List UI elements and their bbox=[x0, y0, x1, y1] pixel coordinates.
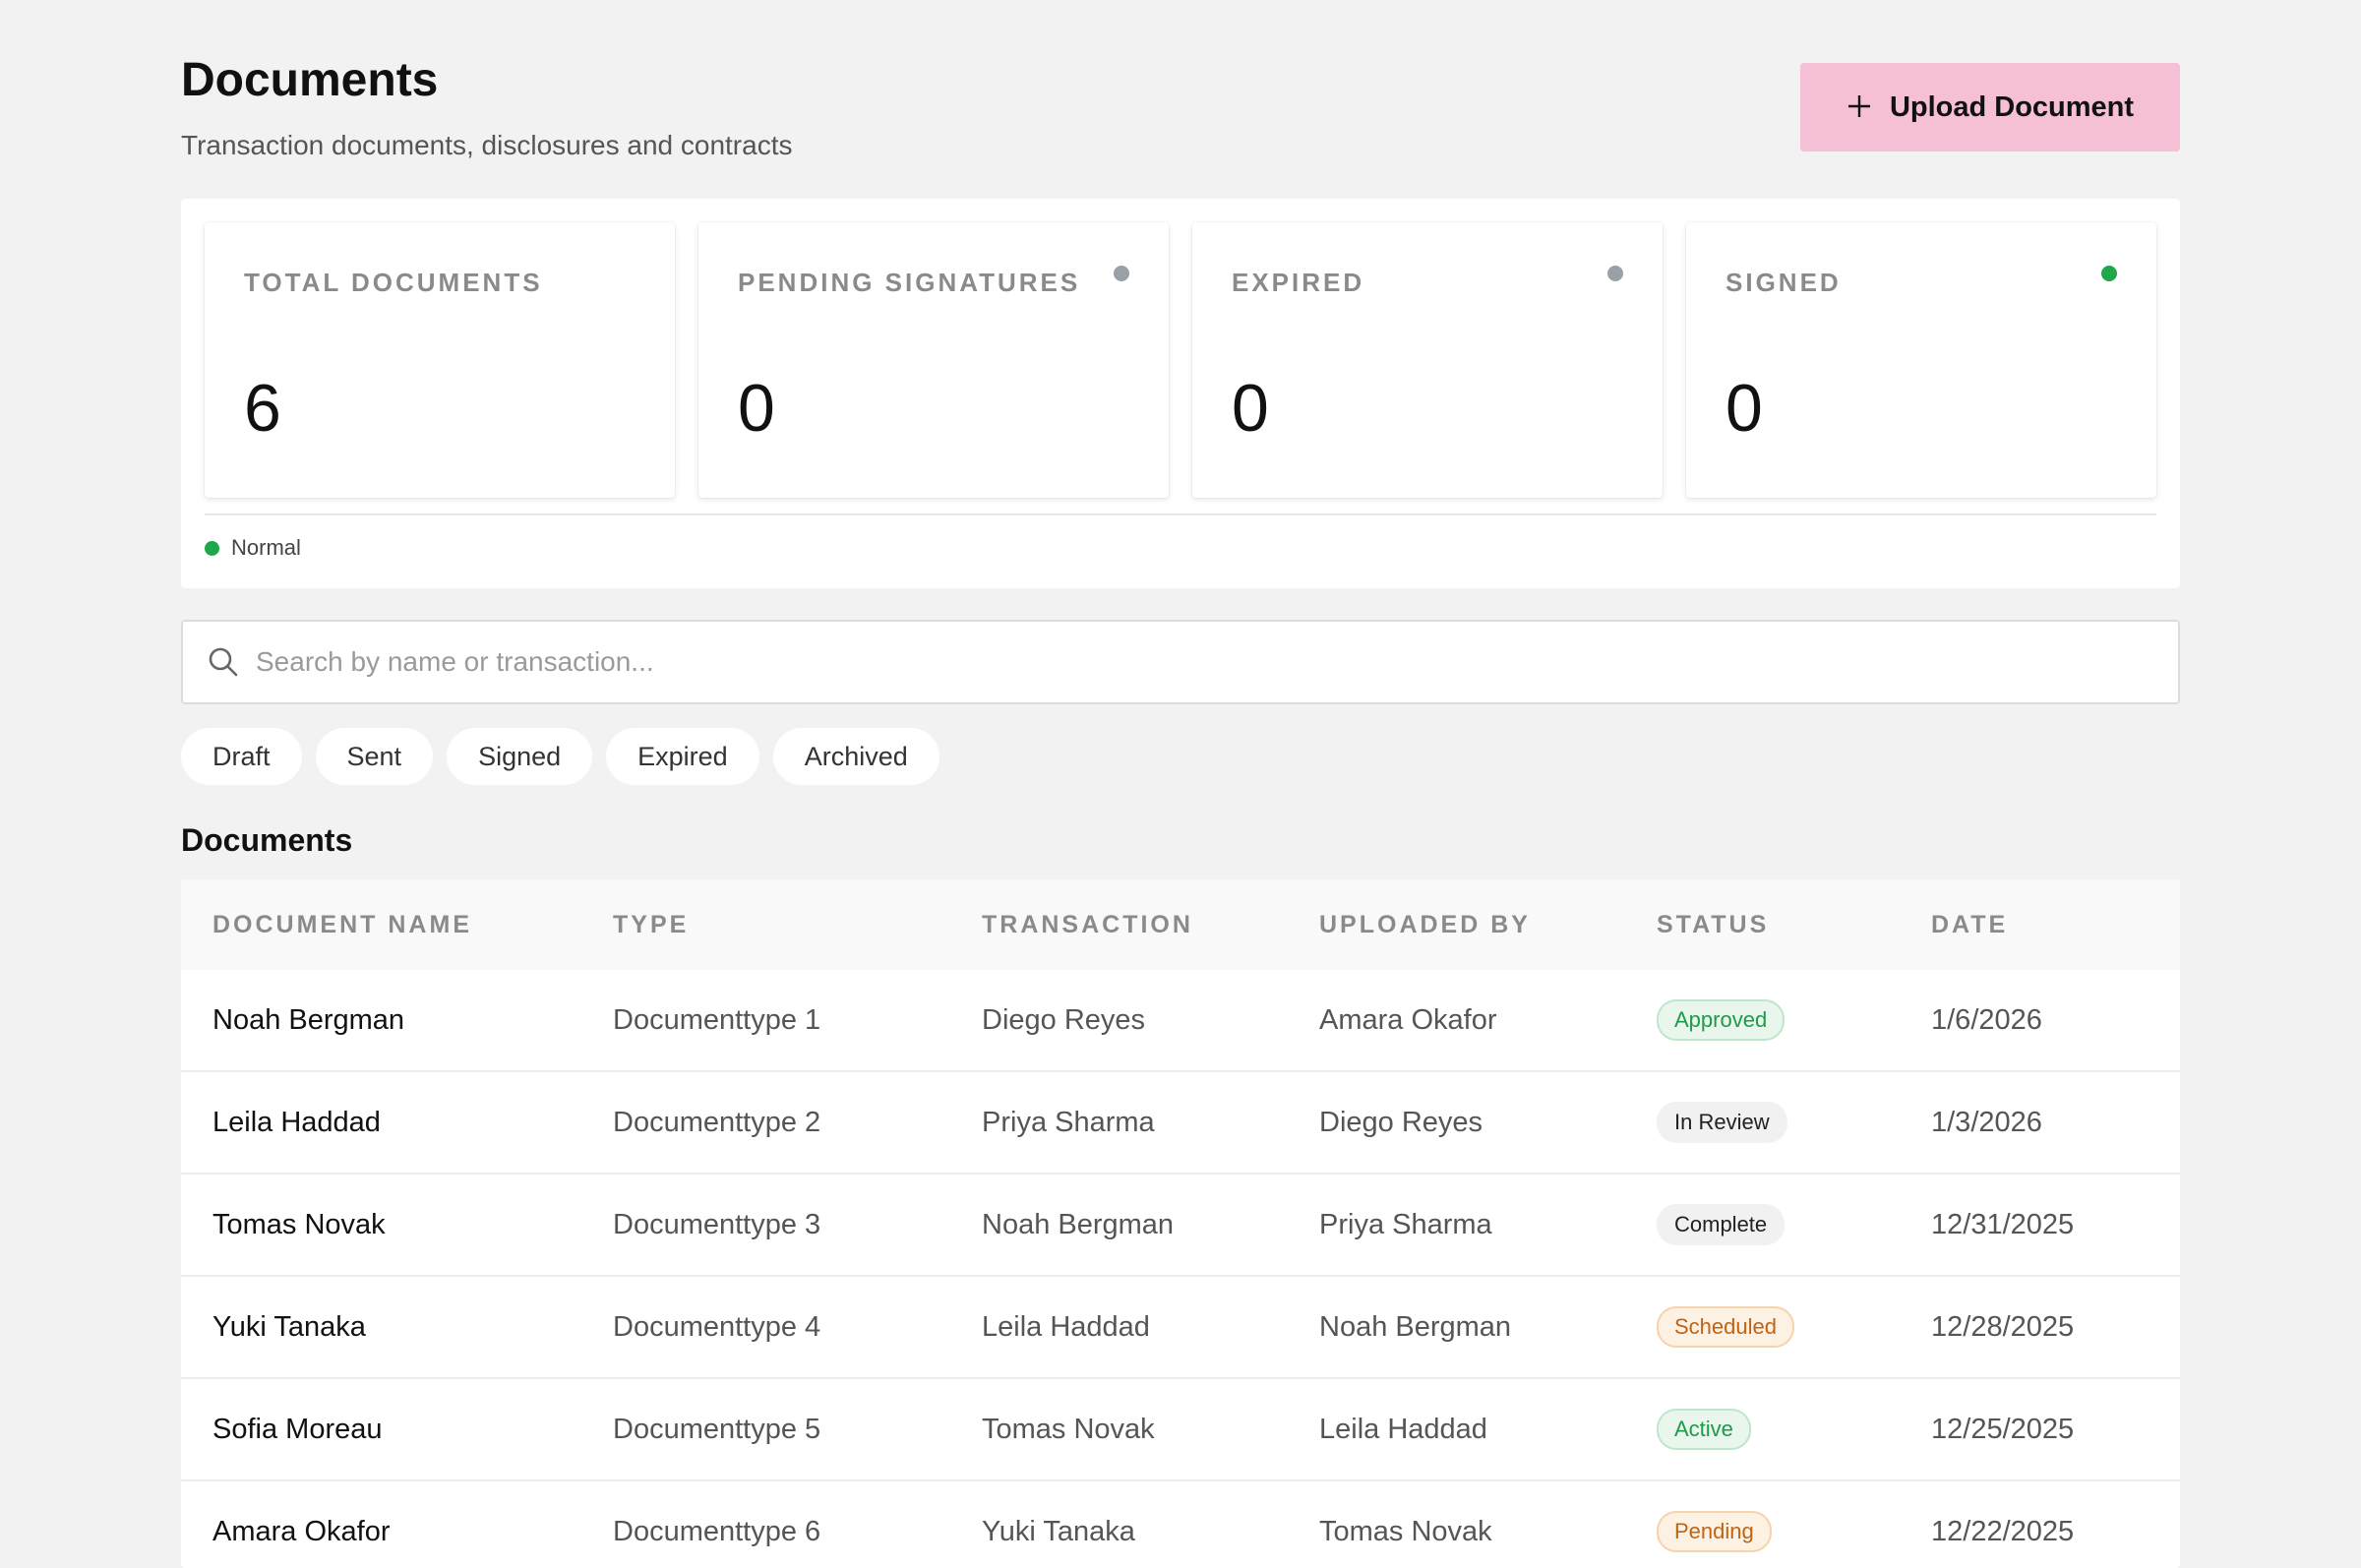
table-header: DOCUMENT NAME TYPE TRANSACTION UPLOADED … bbox=[181, 879, 2180, 970]
stat-label: EXPIRED bbox=[1232, 268, 1365, 297]
uploaded-by-cell: Tomas Novak bbox=[1319, 1515, 1492, 1547]
stat-card-expired: EXPIRED 0 bbox=[1192, 222, 1663, 498]
uploaded-by-cell: Priya Sharma bbox=[1319, 1208, 1492, 1240]
upload-document-button[interactable]: Upload Document bbox=[1800, 63, 2180, 151]
table-row[interactable]: Tomas Novak Documenttype 3 Noah Bergman Pri… bbox=[181, 1175, 2180, 1277]
stat-value: 0 bbox=[1232, 371, 1269, 446]
stat-card-signed: SIGNED 0 bbox=[1686, 222, 2156, 498]
documents-table: DOCUMENT NAME TYPE TRANSACTION UPLOADED … bbox=[181, 879, 2180, 1568]
type-cell: Documenttype 1 bbox=[613, 1003, 821, 1036]
search-icon bbox=[207, 645, 240, 679]
stat-label: SIGNED bbox=[1725, 268, 1842, 297]
transaction-cell: Priya Sharma bbox=[982, 1106, 1155, 1138]
document-name-cell: Yuki Tanaka bbox=[212, 1310, 366, 1343]
search-input[interactable] bbox=[256, 622, 2125, 702]
status-badge: Complete bbox=[1657, 1204, 1786, 1245]
transaction-cell: Leila Haddad bbox=[982, 1310, 1150, 1343]
uploaded-by-cell: Amara Okafor bbox=[1319, 1003, 1497, 1036]
filter-chip-sent[interactable]: Sent bbox=[315, 728, 434, 785]
stat-label: PENDING SIGNATURES bbox=[738, 268, 1081, 297]
page-subtitle: Transaction documents, disclosures and c… bbox=[181, 130, 793, 160]
table-row[interactable]: Sofia Moreau Documenttype 5 Tomas Novak Lei… bbox=[181, 1379, 2180, 1481]
column-header[interactable]: STATUS bbox=[1657, 911, 1931, 939]
document-name-cell: Leila Haddad bbox=[212, 1106, 381, 1138]
stat-value: 0 bbox=[738, 371, 775, 446]
uploaded-by-cell: Diego Reyes bbox=[1319, 1106, 1483, 1138]
document-name-cell: Amara Okafor bbox=[212, 1515, 391, 1547]
document-name-cell: Tomas Novak bbox=[212, 1208, 386, 1240]
column-header[interactable]: DOCUMENT NAME bbox=[212, 911, 613, 939]
type-cell: Documenttype 4 bbox=[613, 1310, 821, 1343]
legend-dot-icon bbox=[205, 540, 219, 556]
stat-card-pending-signatures: PENDING SIGNATURES 0 bbox=[698, 222, 1169, 498]
transaction-cell: Diego Reyes bbox=[982, 1003, 1146, 1036]
table-row[interactable]: Yuki Tanaka Documenttype 4 Leila Haddad Noa… bbox=[181, 1277, 2180, 1379]
stat-label: TOTAL DOCUMENTS bbox=[244, 268, 543, 297]
stat-value: 6 bbox=[244, 371, 281, 446]
filter-chip-expired[interactable]: Expired bbox=[606, 728, 759, 785]
section-title: Documents bbox=[181, 822, 353, 858]
page-title: Documents bbox=[181, 54, 439, 106]
column-header[interactable]: TRANSACTION bbox=[982, 911, 1319, 939]
date-cell: 1/3/2026 bbox=[1931, 1106, 2042, 1138]
document-name-cell: Sofia Moreau bbox=[212, 1413, 383, 1445]
date-cell: 12/25/2025 bbox=[1931, 1413, 2075, 1445]
status-badge: Scheduled bbox=[1657, 1306, 1794, 1348]
uploaded-by-cell: Noah Bergman bbox=[1319, 1310, 1512, 1343]
document-name-cell: Noah Bergman bbox=[212, 1003, 405, 1036]
filter-chip-archived[interactable]: Archived bbox=[772, 728, 939, 785]
plus-icon bbox=[1846, 89, 1872, 126]
table-row[interactable]: Noah Bergman Documenttype 1 Diego Reyes Ama… bbox=[181, 970, 2180, 1072]
status-cell: Pending bbox=[1657, 1511, 1931, 1552]
table-body: Noah Bergman Documenttype 1 Diego Reyes Ama… bbox=[181, 970, 2180, 1568]
status-badge: Pending bbox=[1657, 1511, 1772, 1552]
transaction-cell: Noah Bergman bbox=[982, 1208, 1175, 1240]
type-cell: Documenttype 5 bbox=[613, 1413, 821, 1445]
filter-chip-draft[interactable]: Draft bbox=[181, 728, 302, 785]
status-cell: Approved bbox=[1657, 999, 1931, 1041]
divider bbox=[205, 513, 2156, 515]
status-dot bbox=[1114, 266, 1129, 281]
table-row[interactable]: Leila Haddad Documenttype 2 Priya Sharma Di… bbox=[181, 1072, 2180, 1175]
transaction-cell: Yuki Tanaka bbox=[982, 1515, 1135, 1547]
date-cell: 12/22/2025 bbox=[1931, 1515, 2075, 1547]
date-cell: 12/31/2025 bbox=[1931, 1208, 2075, 1240]
status-dot bbox=[1607, 266, 1623, 281]
uploaded-by-cell: Leila Haddad bbox=[1319, 1413, 1487, 1445]
type-cell: Documenttype 3 bbox=[613, 1208, 821, 1240]
column-header[interactable]: UPLOADED BY bbox=[1319, 911, 1657, 939]
stat-card-total-documents: TOTAL DOCUMENTS 6 bbox=[205, 222, 675, 498]
status-cell: In Review bbox=[1657, 1102, 1931, 1143]
page-header: Documents Transaction documents, disclos… bbox=[181, 53, 2180, 171]
upload-document-label: Upload Document bbox=[1889, 90, 2135, 123]
status-cell: Complete bbox=[1657, 1204, 1931, 1245]
status-dot bbox=[2101, 266, 2117, 281]
status-badge: In Review bbox=[1657, 1102, 1787, 1143]
status-cell: Scheduled bbox=[1657, 1306, 1931, 1348]
table-row[interactable]: Amara Okafor Documenttype 6 Yuki Tanaka Tom… bbox=[181, 1481, 2180, 1568]
filter-chips: Draft Sent Signed Expired Archived bbox=[181, 728, 939, 785]
status-cell: Active bbox=[1657, 1409, 1931, 1450]
column-header[interactable]: DATE bbox=[1931, 911, 2148, 939]
transaction-cell: Tomas Novak bbox=[982, 1413, 1155, 1445]
status-legend: Normal bbox=[205, 535, 301, 561]
date-cell: 1/6/2026 bbox=[1931, 1003, 2042, 1036]
type-cell: Documenttype 2 bbox=[613, 1106, 821, 1138]
date-cell: 12/28/2025 bbox=[1931, 1310, 2075, 1343]
search-bar[interactable] bbox=[181, 620, 2180, 704]
stats-panel: TOTAL DOCUMENTS 6 PENDING SIGNATURES 0 E… bbox=[181, 199, 2180, 588]
status-badge: Approved bbox=[1657, 999, 1786, 1041]
column-header[interactable]: TYPE bbox=[613, 911, 982, 939]
status-badge: Active bbox=[1657, 1409, 1751, 1450]
stat-value: 0 bbox=[1725, 371, 1763, 446]
filter-chip-signed[interactable]: Signed bbox=[447, 728, 593, 785]
type-cell: Documenttype 6 bbox=[613, 1515, 821, 1547]
legend-label: Normal bbox=[231, 535, 301, 560]
